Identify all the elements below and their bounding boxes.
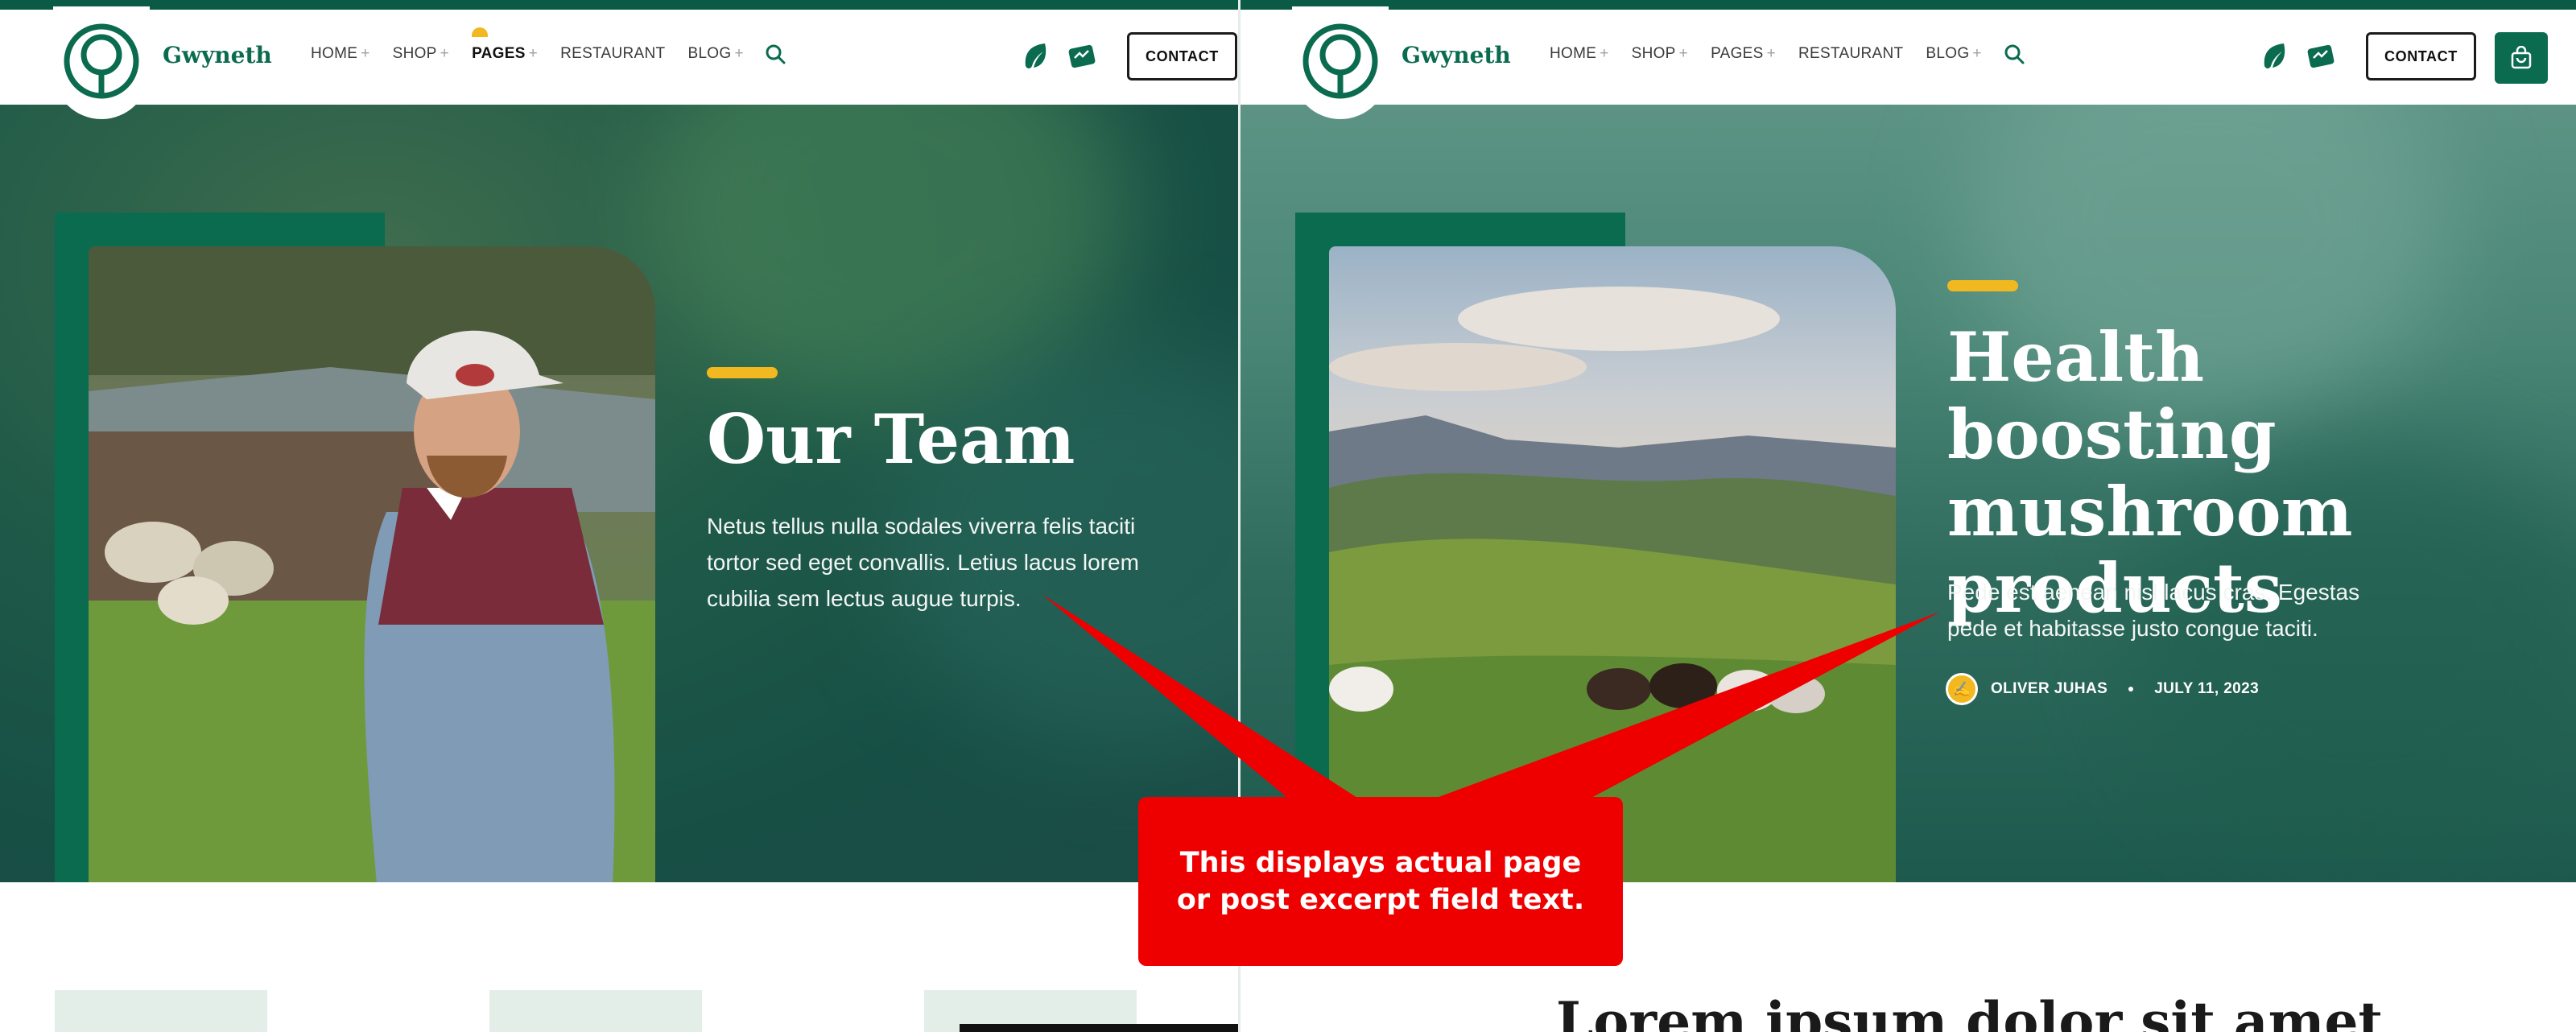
shopping-card-icon[interactable] [2306,42,2335,71]
card-dark-edge [960,1024,1238,1032]
main-nav: HOME + SHOP + PAGES + RESTAURANT BLOG + [1550,45,1982,63]
nav-blog[interactable]: BLOG + [1926,45,1981,63]
nav-pages[interactable]: PAGES + [1711,45,1776,63]
submenu-plus-icon: + [528,45,539,62]
top-accent-strip [1241,0,2576,10]
hero-section: Health boosting mushroom products Pede e… [1241,105,2576,882]
submenu-plus-icon: + [1600,45,1609,62]
post-meta: ✍ OLIVER JUHAS JULY 11, 2023 [1946,673,2259,705]
callout-annotation: This displays actual page or post excerp… [1138,797,1623,966]
section-heading: Lorem ipsum dolor sit amet [1556,990,2383,1032]
farmer-photo [89,246,655,882]
cattle-landscape-image [1329,246,1896,882]
tree-logo-icon[interactable] [1302,23,1379,109]
search-icon[interactable] [2004,43,2025,64]
search-icon[interactable] [765,43,786,64]
nav-home[interactable]: HOME + [311,45,370,63]
card-thumbnail [489,990,702,1032]
contact-button[interactable]: CONTACT [1127,32,1237,80]
callout-text: This displays actual page or post excerp… [1176,846,1585,916]
contact-button[interactable]: CONTACT [2366,32,2476,80]
nav-restaurant[interactable]: RESTAURANT [560,45,665,63]
title-accent-bar [707,367,778,378]
submenu-plus-icon: + [1678,45,1689,62]
page-title: Our Team [707,399,1075,479]
hero-section: Our Team Netus tellus nulla sodales vive… [0,105,1238,882]
post-date[interactable]: JULY 11, 2023 [2154,680,2259,698]
nav-shop[interactable]: SHOP + [1632,45,1688,63]
author-name[interactable]: OLIVER JUHAS [1991,680,2107,698]
nav-blog[interactable]: BLOG + [687,45,743,63]
farmer-image [89,246,655,882]
nav-pages[interactable]: PAGES + [472,27,539,63]
submenu-plus-icon: + [1766,45,1777,62]
title-accent-bar [1947,280,2018,291]
author-avatar[interactable]: ✍ [1946,673,1978,705]
meta-separator [2128,687,2134,691]
brand-name[interactable]: Gwyneth [1402,42,1511,68]
post-excerpt: Pede est aenean nisl lacus cras. Egestas… [1947,580,2360,641]
cart-button[interactable] [2495,32,2548,84]
submenu-plus-icon: + [734,45,744,62]
tree-logo-icon[interactable] [63,23,140,109]
leaf-icon[interactable] [2261,42,2287,71]
nav-restaurant[interactable]: RESTAURANT [1798,45,1903,63]
submenu-plus-icon: + [440,45,450,62]
card-thumbnail [55,990,267,1032]
top-accent-strip [0,0,1238,10]
page-excerpt: Netus tellus nulla sodales viverra felis… [707,514,1139,611]
leaf-icon[interactable] [1022,42,1048,71]
submenu-plus-icon: + [361,45,370,62]
pasture-photo [1329,246,1896,882]
submenu-plus-icon: + [1972,45,1982,62]
shopping-card-icon[interactable] [1067,42,1096,71]
left-preview-panel: Gwyneth HOME + SHOP + PAGES + RESTAURANT BL… [0,0,1238,1032]
nav-home[interactable]: HOME + [1550,45,1609,63]
main-nav: HOME + SHOP + PAGES + RESTAURANT BLOG + [311,27,744,63]
nav-shop[interactable]: SHOP + [393,45,449,63]
brand-name[interactable]: Gwyneth [163,42,272,68]
shopping-bag-icon [2511,46,2532,69]
